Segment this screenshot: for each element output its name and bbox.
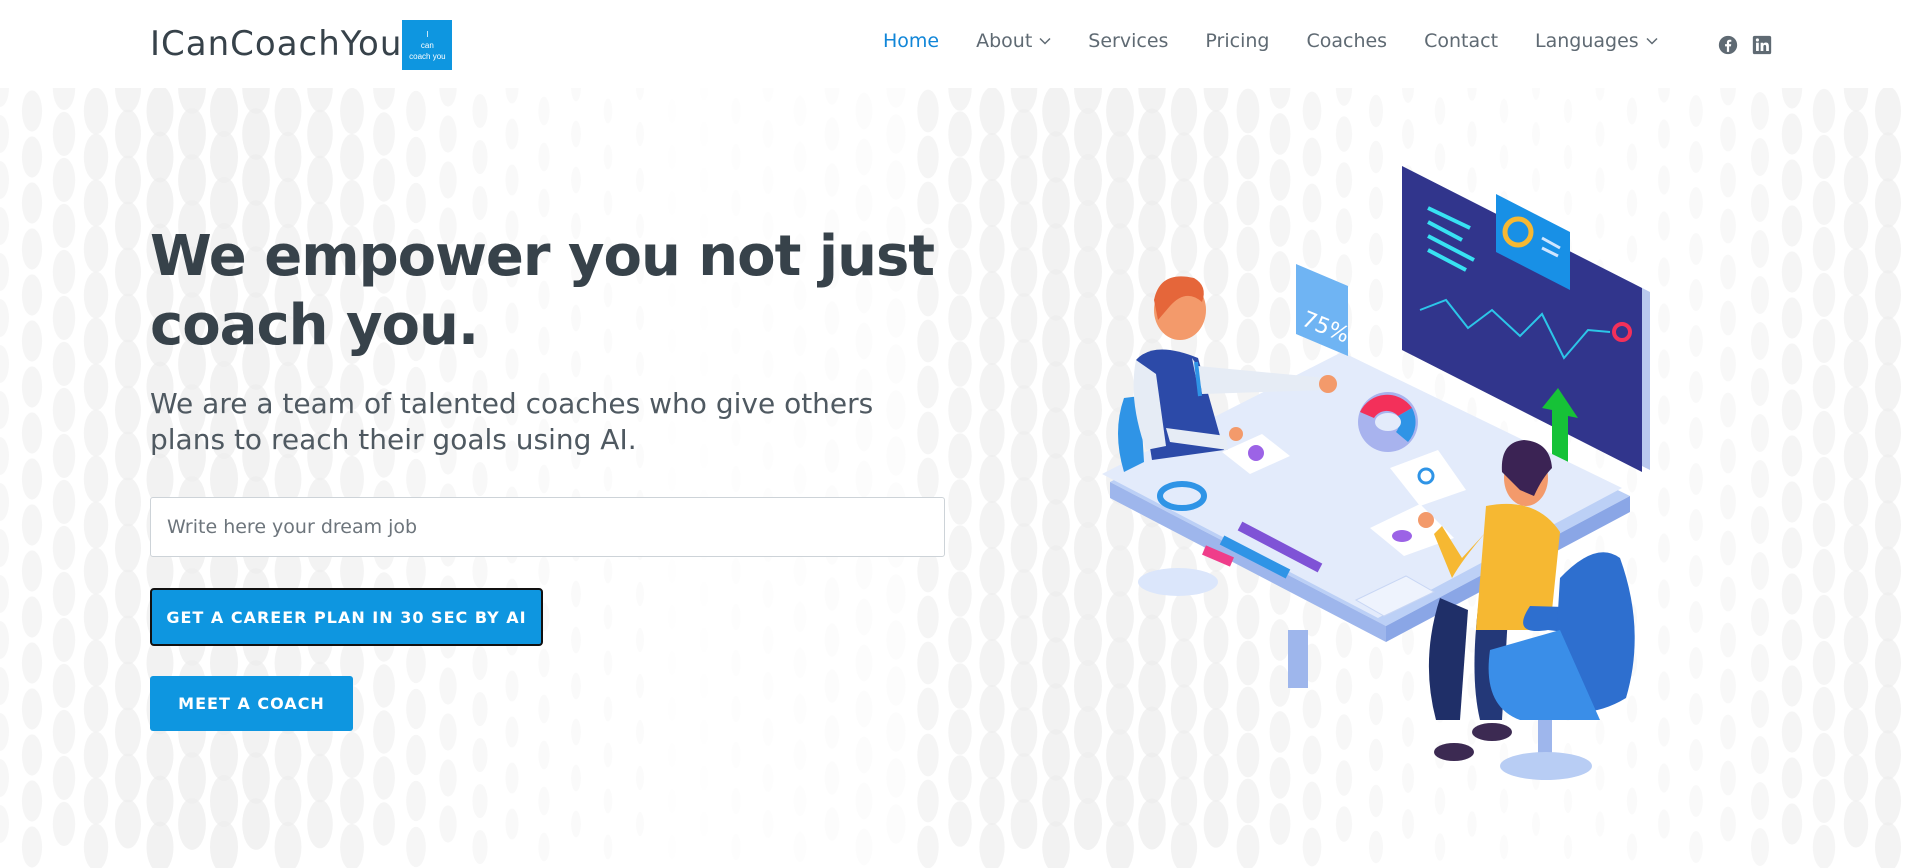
nav-home-label: Home [883, 30, 940, 52]
brand-badge: I can coach you [402, 20, 453, 70]
chevron-down-icon [1646, 37, 1658, 45]
social-links [1717, 34, 1785, 56]
brand-name: ICanCoachYou [150, 24, 403, 64]
nav-home[interactable]: Home [883, 30, 939, 52]
nav-pricing[interactable]: Pricing [1205, 30, 1269, 52]
nav-languages-label: Languages [1535, 30, 1639, 52]
chevron-down-icon [1039, 37, 1051, 45]
nav-coaches-label: Coaches [1306, 30, 1388, 52]
nav-languages[interactable]: Languages [1535, 30, 1658, 52]
nav-services-label: Services [1088, 30, 1169, 52]
site-header: ICanCoachYou I can coach you Home About … [0, 0, 1920, 88]
hero-subtitle: We are a team of talented coaches who gi… [150, 387, 874, 456]
career-plan-button[interactable]: GET A CAREER PLAN IN 30 SEC BY AI [150, 588, 543, 646]
nav-pricing-label: Pricing [1205, 30, 1270, 52]
brand-logo[interactable]: ICanCoachYou I can coach you [150, 18, 453, 70]
nav-about[interactable]: About [976, 30, 1051, 52]
brand-badge-line: can [420, 40, 434, 50]
dream-job-input[interactable] [150, 497, 945, 557]
brand-badge-line: coach you [409, 51, 446, 61]
percent-card: 75% [1296, 264, 1353, 356]
facebook-icon[interactable] [1717, 34, 1739, 56]
nav-about-label: About [976, 30, 1033, 52]
meet-coach-button[interactable]: MEET A COACH [150, 676, 353, 731]
hero-illustration: 75% [1102, 166, 1650, 780]
brand-badge-line: I [426, 29, 429, 39]
nav-contact-label: Contact [1424, 30, 1499, 52]
nav-services[interactable]: Services [1088, 30, 1168, 52]
hero-title: We empower you not just coach you. [150, 224, 935, 358]
linkedin-icon[interactable] [1751, 34, 1773, 56]
nav-coaches[interactable]: Coaches [1306, 30, 1387, 52]
main-navigation: Home About Services Pricing Coaches Cont… [883, 30, 1695, 52]
nav-contact[interactable]: Contact [1424, 30, 1498, 52]
